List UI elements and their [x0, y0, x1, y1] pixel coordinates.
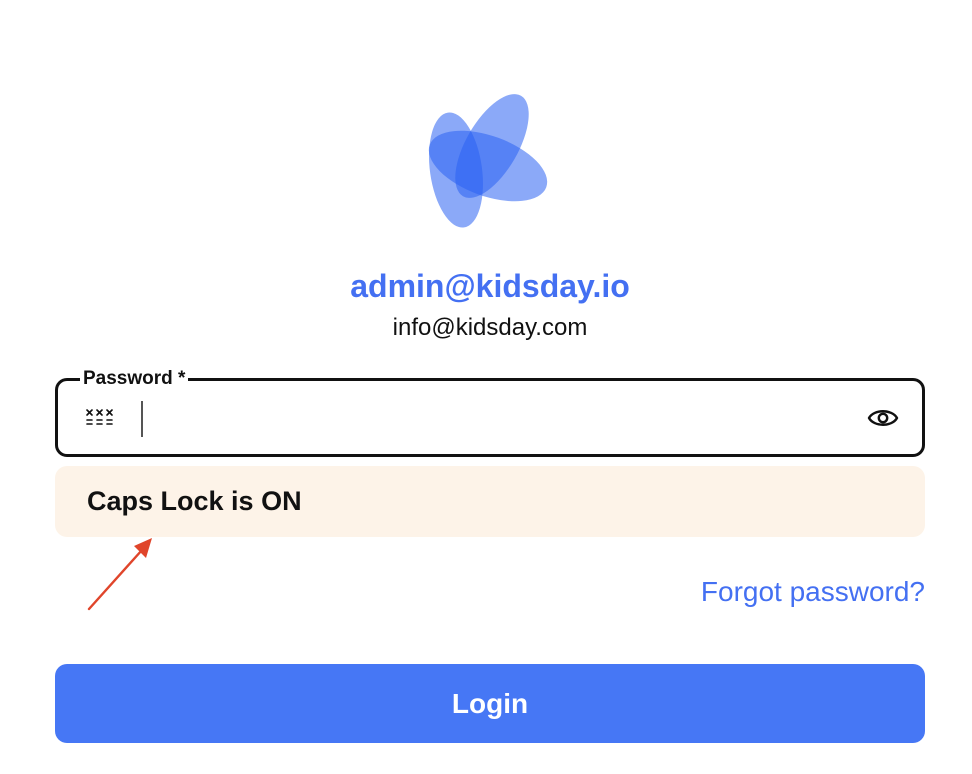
annotation-arrow-icon: [87, 538, 152, 611]
login-page: admin@kidsday.io info@kidsday.com Passwo…: [0, 0, 972, 774]
eye-icon: [867, 410, 899, 426]
forgot-password-link[interactable]: Forgot password?: [701, 576, 925, 608]
toggle-password-visibility-button[interactable]: [866, 403, 900, 433]
account-secondary-email: info@kidsday.com: [392, 314, 588, 341]
login-button[interactable]: Login: [55, 664, 925, 743]
account-email: admin@kidsday.io: [350, 268, 630, 304]
password-key-icon: [86, 409, 113, 425]
password-input[interactable]: [148, 395, 838, 443]
password-label: Password *: [80, 368, 189, 390]
text-caret: [141, 401, 143, 437]
kidsday-logo-icon: [428, 94, 548, 228]
caps-lock-warning-text: Caps Lock is ON: [87, 486, 302, 516]
caps-lock-warning: Caps Lock is ON: [55, 466, 925, 537]
password-field[interactable]: Password *: [55, 368, 925, 457]
